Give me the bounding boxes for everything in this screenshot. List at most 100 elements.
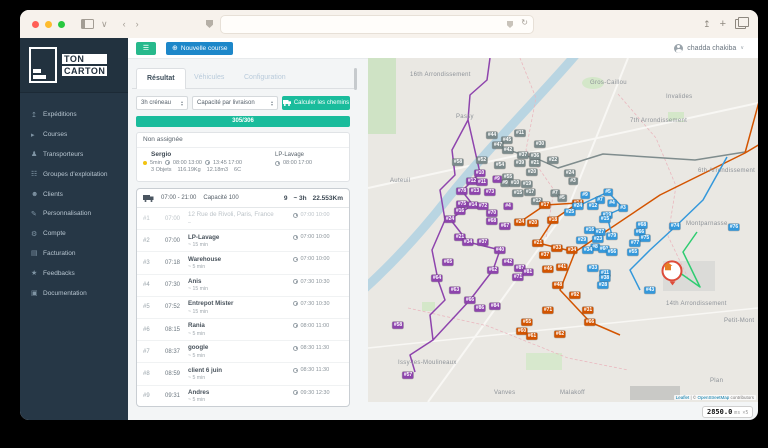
map-marker[interactable]: #9	[581, 192, 590, 199]
map-marker[interactable]: #36	[529, 153, 540, 160]
share-icon[interactable]: ↥	[703, 19, 711, 30]
unassigned-driver-name[interactable]: Sergio	[151, 151, 343, 158]
map-marker[interactable]: #66	[584, 319, 595, 326]
map-marker[interactable]: #75	[456, 201, 467, 208]
map-marker[interactable]: #30	[534, 141, 545, 148]
map-marker[interactable]: #16	[454, 208, 465, 215]
map-marker[interactable]: #56	[606, 249, 617, 256]
map-marker[interactable]: #37	[517, 152, 528, 159]
close-window-button[interactable]	[32, 21, 39, 28]
map-marker[interactable]: #34	[462, 239, 473, 246]
tab-overview-icon[interactable]	[735, 19, 746, 29]
sidebar-item-documentation[interactable]: ▣Documentation	[20, 283, 128, 303]
map-marker[interactable]: #70	[486, 210, 497, 217]
map-marker[interactable]: #48	[552, 282, 563, 289]
map-marker[interactable]: #54	[494, 162, 505, 169]
stop-row[interactable]: #107:0012 Rue de Rivoli, Paris, France–0…	[137, 208, 349, 230]
map-marker[interactable]: #52	[476, 157, 487, 164]
map-marker[interactable]: #33	[551, 245, 562, 252]
map-marker[interactable]: #29	[576, 237, 587, 244]
new-course-button[interactable]: ⊕ Nouvelle course	[166, 42, 233, 55]
map-marker[interactable]: #92	[569, 292, 580, 299]
stop-row[interactable]: #207:00LP-Lavage~ 15 min07:00 10:00	[137, 230, 349, 252]
panel-scrollbar[interactable]	[354, 68, 357, 90]
map-marker[interactable]: #15	[599, 216, 610, 223]
map-marker[interactable]: #3	[569, 178, 578, 185]
map-marker[interactable]: #3	[619, 205, 628, 212]
forward-icon[interactable]: ›	[136, 20, 139, 29]
map[interactable]: 16th ArrondissementPassyGros-CaillouInva…	[368, 58, 758, 402]
map-marker[interactable]: #63	[449, 287, 460, 294]
stop-row[interactable]: #909:31Andres~ 5 min09:30 12:30	[137, 386, 349, 408]
map-marker[interactable]: #17	[539, 202, 550, 209]
map-marker[interactable]: #15	[512, 190, 523, 197]
map-marker[interactable]: #71	[512, 274, 523, 281]
map-marker[interactable]: #86	[474, 305, 485, 312]
map-marker[interactable]: #38	[599, 275, 610, 282]
map-marker[interactable]: #27	[594, 229, 605, 236]
stop-row[interactable]: #307:18Warehouse~ 5 min07:00 10:00	[137, 252, 349, 274]
map-marker[interactable]: #24	[444, 216, 455, 223]
calculate-routes-button[interactable]: Calculer les chemins	[282, 96, 350, 110]
tab-configuration[interactable]: Configuration	[244, 68, 286, 88]
chevron-down-icon[interactable]: ∨	[101, 20, 108, 29]
map-marker[interactable]: #84	[489, 303, 500, 310]
map-marker[interactable]: #62	[487, 267, 498, 274]
map-marker[interactable]: #46	[542, 266, 553, 273]
map-marker[interactable]: #4	[608, 200, 617, 207]
sidebar-item-facturation[interactable]: ▤Facturation	[20, 244, 128, 264]
sidebar-item-personnalisation[interactable]: ✎Personnalisation	[20, 204, 128, 224]
sidebar-item-transporteurs[interactable]: ♟Transporteurs	[20, 145, 128, 165]
sidebar-item-expeditions[interactable]: ↥Expéditions	[20, 105, 128, 125]
map-marker[interactable]: #68	[486, 218, 497, 225]
map-marker[interactable]: #33	[587, 265, 598, 272]
stop-row[interactable]: #708:37google~ 5 min08:30 11:30	[137, 341, 349, 363]
map-marker[interactable]: #55	[521, 319, 532, 326]
leaflet-link[interactable]: Leaflet	[676, 395, 690, 400]
map-marker[interactable]: #39	[514, 160, 525, 167]
address-bar[interactable]: ↻	[220, 15, 534, 34]
map-marker[interactable]: #24	[564, 170, 575, 177]
map-marker[interactable]: #61	[526, 333, 537, 340]
map-marker[interactable]: #40	[494, 247, 505, 254]
map-marker[interactable]: #76	[728, 224, 739, 231]
map-marker[interactable]: #55	[627, 249, 638, 256]
map-marker[interactable]: #75	[639, 235, 650, 242]
map-marker[interactable]: #20	[527, 220, 538, 227]
map-marker[interactable]: #74	[669, 223, 680, 230]
map-marker[interactable]: #77	[629, 240, 640, 247]
map-marker[interactable]: #72	[477, 203, 488, 210]
map-marker[interactable]: #68	[636, 222, 647, 229]
map-marker[interactable]: #37	[477, 239, 488, 246]
map-marker[interactable]: #64	[431, 275, 442, 282]
map-marker[interactable]: #11	[514, 130, 525, 137]
map-marker[interactable]: #41	[556, 264, 567, 271]
tab-vehicules[interactable]: Véhicules	[194, 68, 224, 88]
back-icon[interactable]: ‹	[123, 20, 126, 29]
map-marker[interactable]: #78	[456, 188, 467, 195]
map-marker[interactable]: #67	[499, 223, 510, 230]
map-marker[interactable]: #81	[522, 269, 533, 276]
map-marker[interactable]: #11	[476, 179, 487, 186]
map-marker[interactable]: #62	[554, 331, 565, 338]
map-marker[interactable]: #9	[501, 180, 510, 187]
user-menu[interactable]: chadda chakiba ∨	[674, 38, 744, 58]
stop-row[interactable]: #608:15Rania~ 5 min08:00 11:00	[137, 319, 349, 341]
map-marker[interactable]: #23	[592, 236, 603, 243]
new-tab-icon[interactable]: +	[720, 18, 726, 30]
reload-icon[interactable]: ↻	[521, 18, 528, 27]
sidebar-item-compte[interactable]: ⚙Compte	[20, 224, 128, 244]
map-marker[interactable]: #12	[587, 203, 598, 210]
stop-row[interactable]: #407:30Anis~ 15 min07:30 10:30	[137, 275, 349, 297]
map-marker[interactable]: #42	[502, 259, 513, 266]
map-marker[interactable]: #20	[526, 169, 537, 176]
map-marker[interactable]: #21	[532, 240, 543, 247]
map-marker[interactable]: #19	[521, 181, 532, 188]
map-marker[interactable]: #71	[542, 307, 553, 314]
map-marker[interactable]: #43	[644, 287, 655, 294]
map-marker[interactable]: #21	[529, 160, 540, 167]
map-marker[interactable]: #66	[464, 297, 475, 304]
map-marker[interactable]: #13	[469, 188, 480, 195]
map-marker[interactable]: #9	[493, 176, 502, 183]
map-marker[interactable]: #25	[564, 209, 575, 216]
